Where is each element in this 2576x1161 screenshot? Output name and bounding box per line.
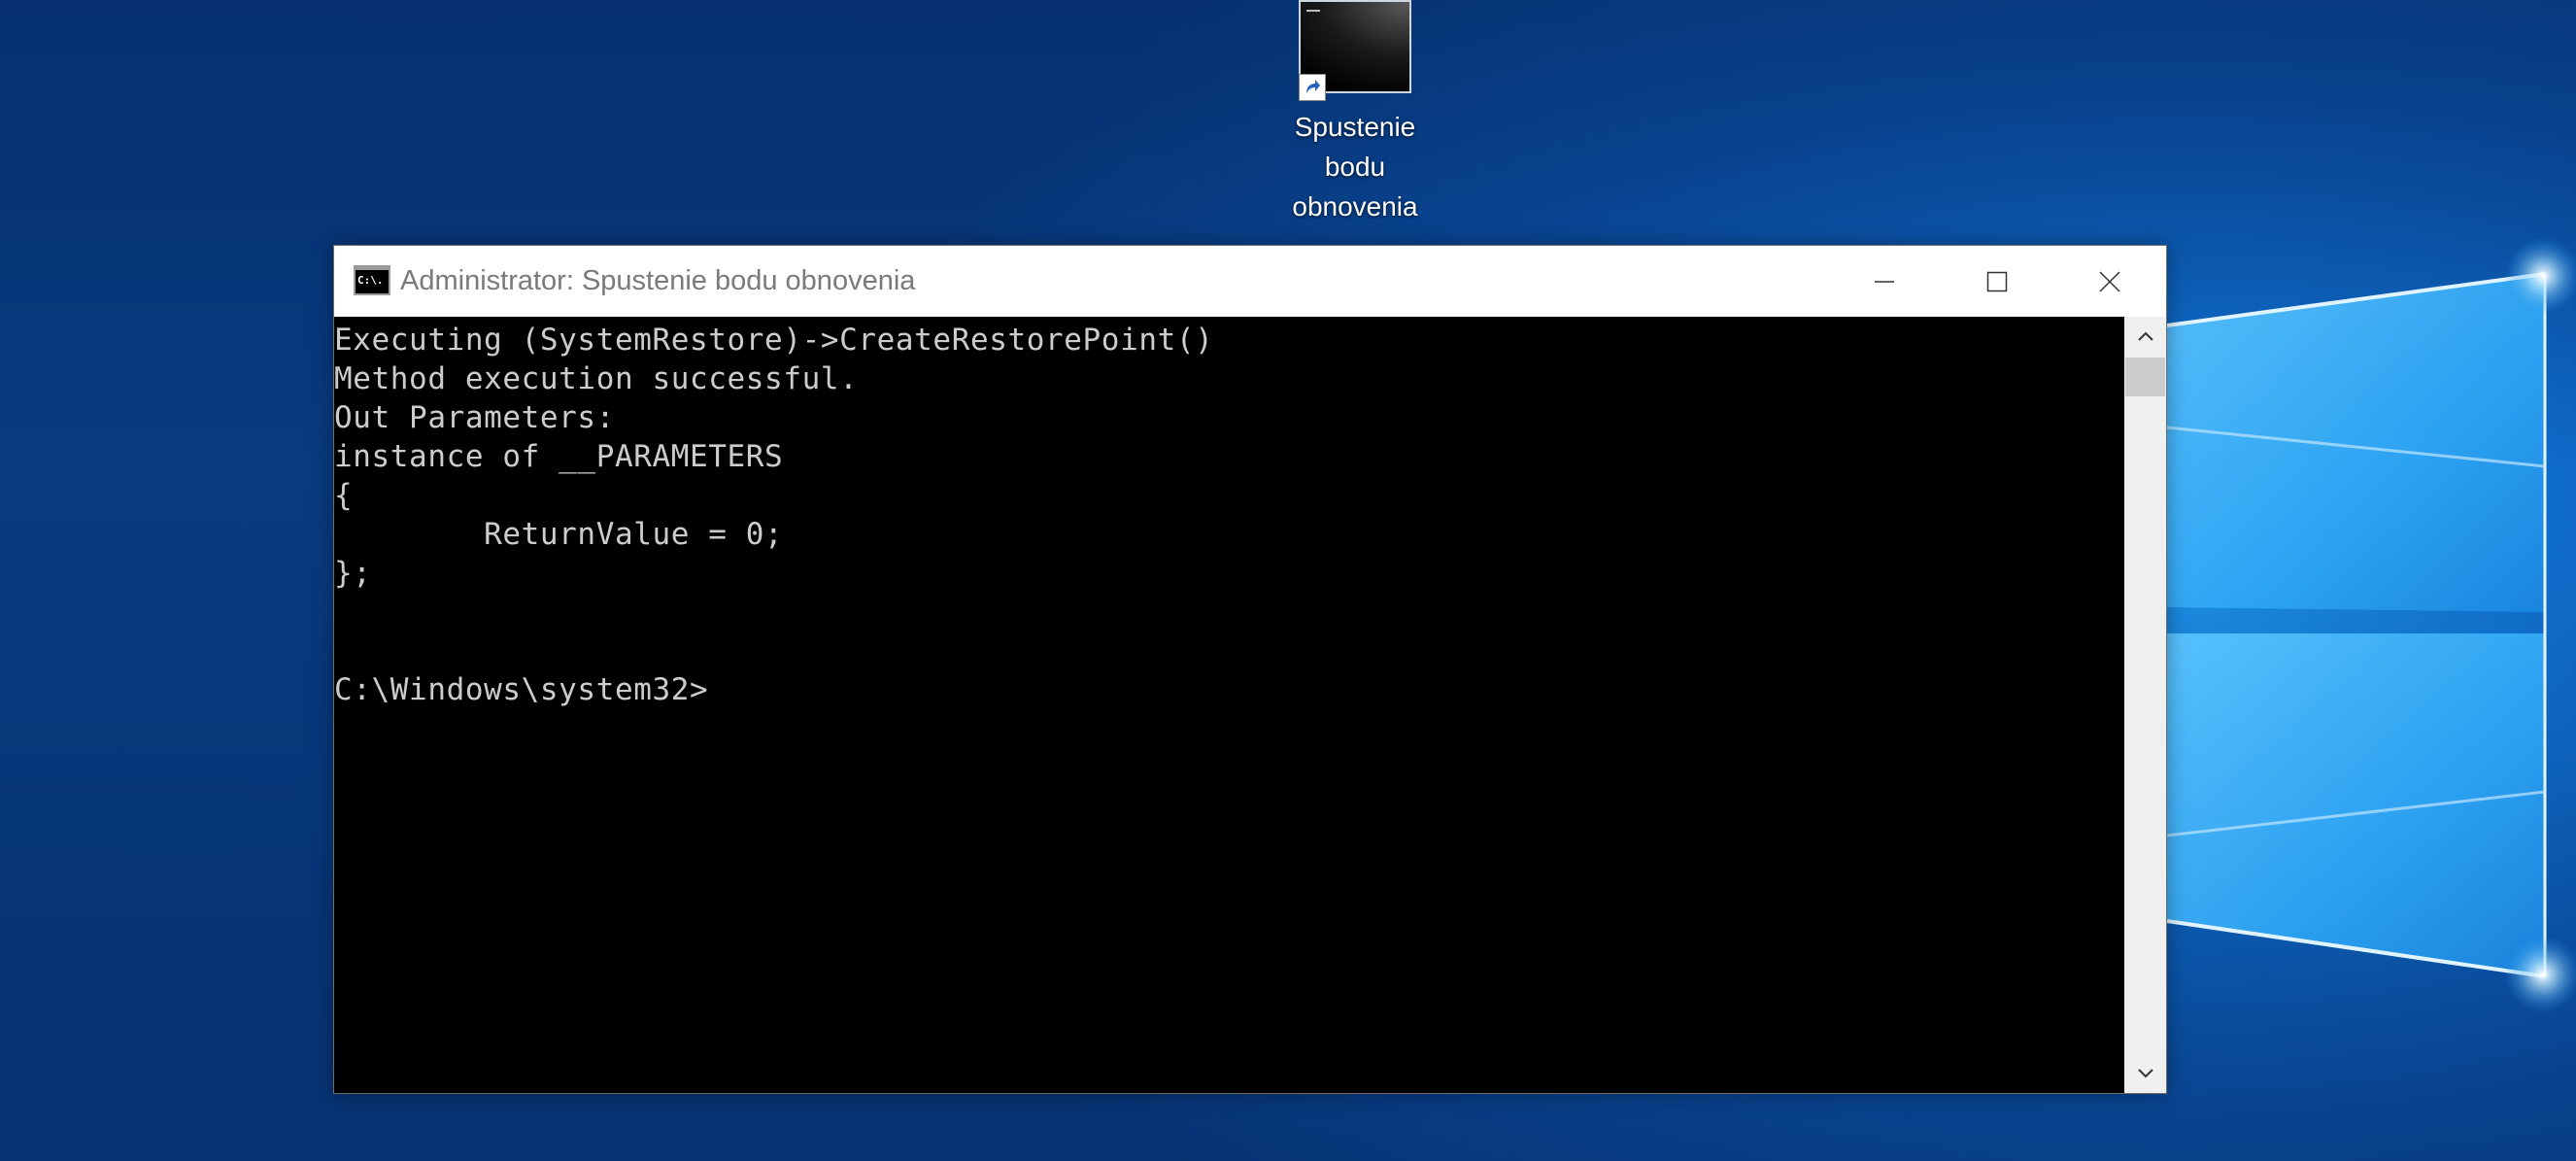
console-shortcut-icon <box>1299 0 1411 101</box>
scroll-down-button[interactable] <box>2124 1054 2166 1093</box>
minimize-button[interactable] <box>1828 246 1941 317</box>
title-bar[interactable]: C:\. Administrator: Spustenie bodu obnov… <box>334 246 2166 317</box>
console-window: C:\. Administrator: Spustenie bodu obnov… <box>333 245 2167 1094</box>
close-button[interactable] <box>2053 246 2166 317</box>
console-line: { <box>334 478 354 513</box>
command-prompt[interactable]: C:\Windows\system32> <box>334 672 708 707</box>
console-line: }; <box>334 556 372 591</box>
maximize-button[interactable] <box>1941 246 2053 317</box>
window-title: Administrator: Spustenie bodu obnovenia <box>400 265 916 296</box>
scroll-thumb[interactable] <box>2125 358 2165 396</box>
console-output[interactable]: Executing (SystemRestore)->CreateRestore… <box>334 317 2124 1093</box>
console-line: Method execution successful. <box>334 361 859 396</box>
console-app-icon[interactable]: C:\. <box>354 264 390 295</box>
close-icon <box>2099 270 2120 292</box>
console-line: ReturnValue = 0; <box>334 517 784 552</box>
caption-buttons <box>1828 246 2166 317</box>
shortcut-label: Spustenie bodu obnovenia <box>1292 112 1418 222</box>
desktop-shortcut[interactable]: Spustenie bodu obnovenia <box>1263 0 1447 226</box>
console-line: Executing (SystemRestore)->CreateRestore… <box>334 323 1214 358</box>
shortcut-arrow-icon <box>1299 74 1326 101</box>
maximize-icon <box>1986 271 2008 291</box>
console-line: instance of __PARAMETERS <box>334 439 784 474</box>
console-line: Out Parameters: <box>334 400 615 435</box>
vertical-scrollbar[interactable] <box>2124 317 2166 1093</box>
chevron-up-icon <box>2137 331 2153 341</box>
chevron-down-icon <box>2137 1069 2153 1078</box>
scroll-up-button[interactable] <box>2124 317 2166 356</box>
minimize-icon <box>1875 280 1894 283</box>
